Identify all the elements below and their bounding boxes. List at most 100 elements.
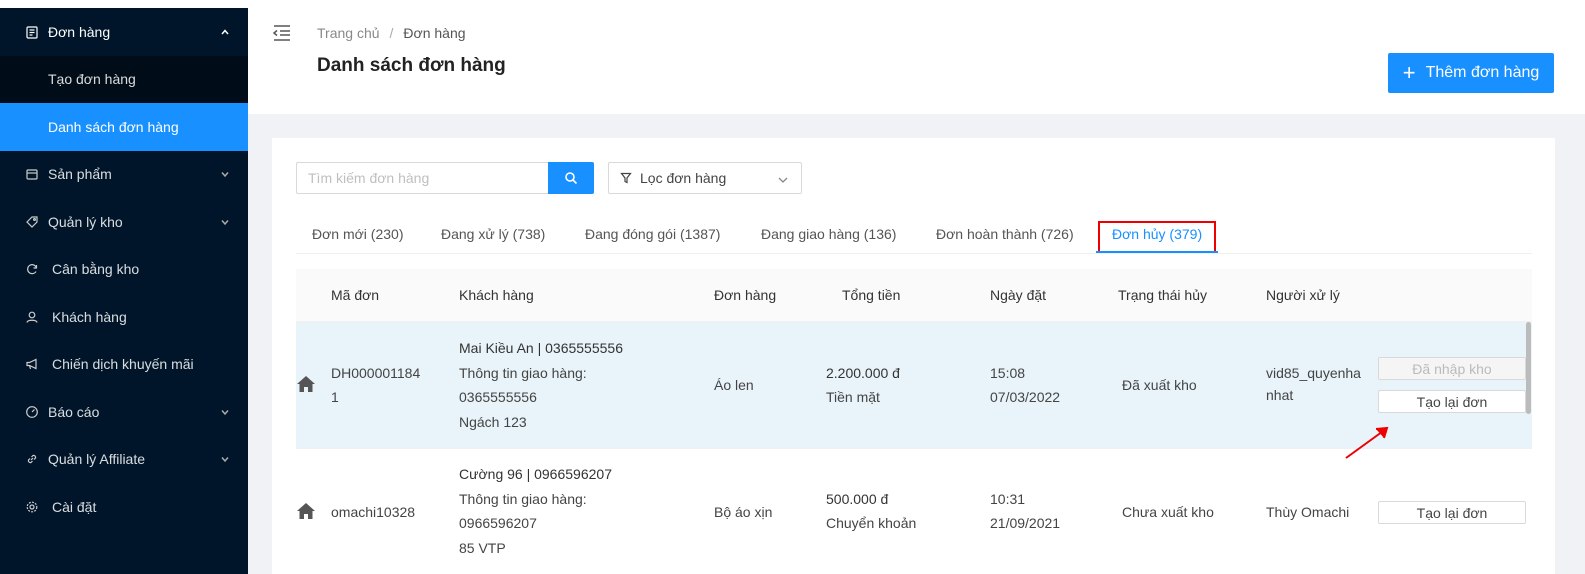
shipping-address: 85 VTP [459,539,506,556]
cancel-status: Chưa xuất kho [1122,504,1214,520]
order-icon [24,24,40,40]
sidebar-item-label: Báo cáo [48,403,100,420]
order-filter-select[interactable]: Lọc đơn hàng [608,162,802,194]
sidebar-item-label: Danh sách đơn hàng [48,118,179,135]
filter-label: Lọc đơn hàng [640,170,727,186]
product-name: Áo len [714,377,754,393]
order-date: 07/03/2022 [990,389,1061,405]
sidebar-item-customers[interactable]: Khách hàng [0,293,248,341]
shipping-label: Thông tin giao hàng: [459,364,587,381]
sidebar-item-settings[interactable]: Cài đặt [0,483,248,531]
plus-icon: + [1402,60,1416,85]
payment-method: Chuyển khoản [826,515,917,531]
cancel-status: Đã xuất kho [1122,377,1197,393]
chevron-up-icon [220,27,230,37]
sync-icon [24,261,40,277]
order-total: 500.000 đ [826,491,889,507]
table-scrollbar[interactable] [1526,322,1531,414]
add-order-button-label: Thêm đơn hàng [1425,64,1540,81]
order-status-tabs: Đơn mới (230) Đang xử lý (738) Đang đóng… [296,220,1532,254]
sidebar-item-promotions[interactable]: Chiến dịch khuyến mãi [0,341,248,389]
sidebar-item-order-list[interactable]: Danh sách đơn hàng [0,103,248,151]
column-header-date: Ngày đặt [990,287,1047,303]
sidebar-item-reports[interactable]: Báo cáo [0,388,248,436]
recreate-order-button[interactable]: Tạo lại đơn [1378,390,1526,413]
tab-processing[interactable]: Đang xử lý (738) [441,226,545,242]
user-icon [24,309,40,325]
page-header: Trang chủ / Đơn hàng Danh sách đơn hàng … [248,8,1585,114]
order-code-cont: 1 [331,389,339,405]
home-icon [296,374,316,394]
sidebar-item-label: Khách hàng [52,308,127,325]
order-total: 2.200.000 đ [826,365,900,381]
active-tab-indicator [1096,251,1218,253]
sidebar-item-label: Cân bằng kho [52,261,140,278]
tab-new-orders[interactable]: Đơn mới (230) [312,226,404,242]
breadcrumb: Trang chủ / Đơn hàng [317,25,466,41]
tab-packing[interactable]: Đang đóng gói (1387) [585,226,720,242]
column-header-customer: Khách hàng [459,287,534,303]
search-icon [564,171,578,185]
sidebar-item-label: Cài đặt [52,498,97,515]
chevron-down-icon [220,407,230,417]
shipping-address: Ngách 123 [459,413,527,430]
sidebar-item-affiliate[interactable]: Quản lý Affiliate [0,436,248,484]
megaphone-icon [24,356,40,372]
sidebar-item-label: Quản lý kho [48,213,123,230]
customer-info: Cường 96 | 0966596207 [459,466,612,482]
recreate-order-button[interactable]: Tạo lại đơn [1378,501,1526,524]
handler-name: Thùy Omachi [1266,504,1350,520]
annotation-arrow-icon [1340,420,1400,465]
order-date: 21/09/2021 [990,515,1061,531]
breadcrumb-current: Đơn hàng [403,25,466,41]
shipping-label: Thông tin giao hàng: [459,490,587,507]
handler-name: vid85_quyenha [1266,365,1361,381]
order-code[interactable]: DH000001184 [331,361,420,386]
sidebar-item-create-order[interactable]: Tạo đơn hàng [0,56,248,104]
imported-button: Đã nhập kho [1378,357,1526,380]
order-code[interactable]: omachi10328 [331,500,415,525]
column-header-total: Tổng tiền [842,287,901,303]
top-strip [248,0,1585,8]
filter-icon [620,172,632,184]
sidebar-item-label: Sản phẩm [48,166,112,183]
sidebar-item-label: Tạo đơn hàng [48,71,136,88]
dashboard-icon [24,404,40,420]
shipping-phone: 0365555556 [459,389,537,405]
handler-name-cont: nhat [1266,387,1294,403]
breadcrumb-home[interactable]: Trang chủ [317,25,380,41]
search-input[interactable] [296,162,548,194]
column-header-cancel-status: Trạng thái hủy [1118,287,1207,303]
menu-fold-icon[interactable] [272,24,292,42]
home-icon [296,501,316,521]
tag-icon [24,214,40,230]
add-order-button[interactable]: + Thêm đơn hàng [1388,53,1554,93]
order-time: 10:31 [990,491,1026,507]
table-row[interactable]: omachi10328 Cường 96 | 0966596207 Thông … [296,449,1532,574]
link-icon [24,451,40,467]
search-button[interactable] [548,162,594,194]
sidebar: Đơn hàng Tạo đơn hàng Danh sách đơn hàng… [0,8,248,574]
product-name: Bộ áo xịn [714,504,773,520]
chevron-down-icon [220,454,230,464]
sidebar-item-products[interactable]: Sản phẩm [0,151,248,199]
table-header: Mã đơn Khách hàng Đơn hàng Tổng tiền Ngà… [296,269,1532,322]
order-time: 15:08 [990,365,1026,381]
column-header-code: Mã đơn [331,287,380,303]
sidebar-item-label: Đơn hàng [48,23,111,40]
column-header-handler: Người xử lý [1266,287,1340,303]
sidebar-submenu-orders: Tạo đơn hàng Danh sách đơn hàng [0,55,248,151]
shipping-phone: 0966596207 [459,515,537,531]
tab-shipping[interactable]: Đang giao hàng (136) [761,226,896,242]
sidebar-item-label: Chiến dịch khuyến mãi [52,356,194,373]
sidebar-item-stock-balance[interactable]: Cân bằng kho [0,246,248,294]
sidebar-item-orders[interactable]: Đơn hàng [0,8,248,56]
chevron-down-icon [777,173,789,185]
column-header-order: Đơn hàng [714,287,777,303]
sidebar-item-warehouse[interactable]: Quản lý kho [0,198,248,246]
payment-method: Tiền mặt [826,389,880,405]
tab-completed[interactable]: Đơn hoàn thành (726) [936,226,1074,242]
breadcrumb-separator: / [389,25,394,41]
chevron-down-icon [220,169,230,179]
annotation-highlight-box [1098,221,1216,253]
